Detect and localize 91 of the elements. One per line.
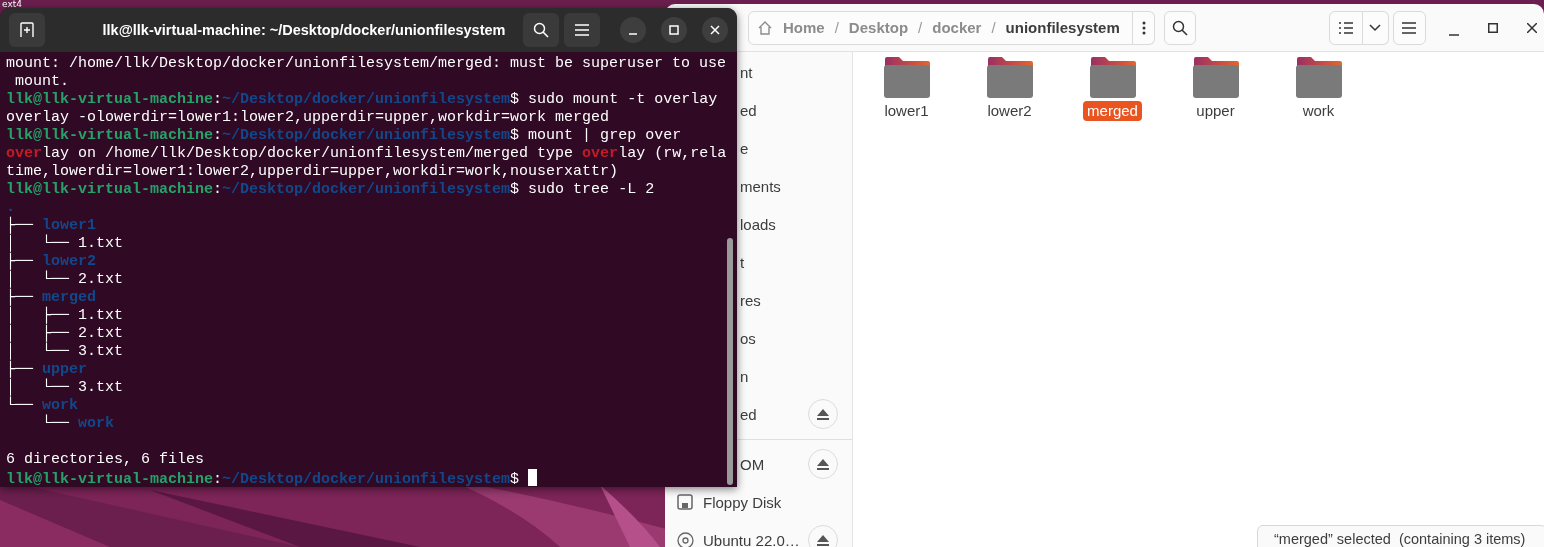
sidebar-item[interactable]: ed (740, 101, 757, 119)
terminal-line: overlay -olowerdir=lower1:lower2,upperdir=upper,workdir=work merged (6, 109, 610, 126)
terminal-line: ├── upper (6, 361, 88, 378)
folder-name: work (1301, 101, 1336, 121)
folder-name: merged (1083, 101, 1142, 121)
eject-icon (817, 534, 829, 546)
new-tab-icon (19, 22, 35, 38)
terminal-line: llk@llk-virtual-machine:~/Desktop/docker/unionfilesystem$ sudo mount -t overlay (6, 91, 718, 108)
list-view-button[interactable] (1328, 10, 1364, 45)
terminal-line: │ └── 2.txt (6, 271, 124, 288)
terminal-line: time,lowerdir=lower1:lower2,upperdir=upper,workdir=work,nouserxattr) (6, 163, 619, 180)
sidebar-item[interactable]: Ubuntu 22.0… (703, 531, 800, 547)
path-separator: / (991, 19, 996, 36)
status-bar: “merged” selected (containing 3 items) (1257, 525, 1544, 547)
menu-button[interactable] (1392, 10, 1427, 45)
eject-button[interactable] (808, 449, 838, 479)
search-button[interactable] (1164, 10, 1196, 45)
maximize-button[interactable] (661, 17, 687, 43)
minimize-button[interactable] (620, 17, 646, 43)
terminal-line: │ └── 1.txt (6, 235, 124, 252)
terminal-line: ├── lower1 (6, 217, 97, 234)
folder-item[interactable]: lower1 (855, 56, 958, 121)
sidebar-item[interactable]: OM (740, 455, 765, 473)
chevron-down-icon (1369, 23, 1382, 32)
menu-icon (1402, 21, 1417, 34)
folder-item[interactable]: lower2 (958, 56, 1061, 121)
folder-icon (985, 56, 1034, 98)
path-separator: / (918, 19, 923, 36)
terminal-line: llk@llk-virtual-machine:~/Desktop/docker/unionfilesystem$ (6, 471, 521, 487)
terminal-line: mount: /home/llk/Desktop/docker/unionfilesystem/merged: must be superuser to use (6, 55, 727, 72)
sidebar-item[interactable]: n (740, 367, 749, 385)
terminal-line: └── work (6, 397, 79, 414)
terminal-line: │ ├── 1.txt (6, 307, 124, 324)
close-icon (710, 25, 720, 35)
path-separator: / (834, 19, 839, 36)
view-options-button[interactable] (1363, 10, 1389, 45)
home-icon (757, 19, 773, 36)
list-icon (1337, 20, 1354, 35)
sidebar-item[interactable]: e (740, 139, 749, 157)
path-segment[interactable]: unionfilesystem (1005, 19, 1120, 36)
terminal-line: │ └── 3.txt (6, 343, 124, 360)
folder-icon (1088, 56, 1137, 98)
maximize-icon (1488, 22, 1498, 33)
terminal-line: 6 directories, 6 files (6, 451, 205, 468)
window-title: llk@llk-virtual-machine: ~/Desktop/docker/unionfilesystem (101, 22, 507, 38)
terminal-line: llk@llk-virtual-machine:~/Desktop/docker/unionfilesystem$ mount | grep over (6, 127, 682, 144)
terminal-line: ├── lower2 (6, 253, 97, 270)
cursor (528, 469, 538, 486)
maximize-icon (669, 25, 679, 35)
menu-button[interactable] (564, 13, 600, 47)
sidebar-item[interactable]: res (740, 291, 761, 309)
terminal-line: llk@llk-virtual-machine:~/Desktop/docker/unionfilesystem$ sudo tree -L 2 (6, 181, 655, 198)
terminal-line: └── work (41, 415, 115, 432)
more-icon (1141, 20, 1146, 35)
sidebar-item[interactable]: Floppy Disk (703, 493, 782, 511)
search-icon (533, 22, 549, 38)
terminal-line: . (6, 199, 15, 216)
terminal-line: │ └── 3.txt (6, 379, 124, 396)
eject-button[interactable] (808, 525, 838, 547)
sidebar-item[interactable]: loads (740, 215, 776, 233)
terminal-line: │ ├── 2.txt (6, 325, 124, 342)
search-icon (1172, 19, 1189, 36)
sidebar-item[interactable]: t (740, 253, 745, 271)
folder-item[interactable]: merged (1061, 56, 1164, 121)
minimize-icon (629, 33, 637, 35)
menu-icon (575, 24, 589, 36)
folder-item[interactable]: work (1267, 56, 1370, 121)
search-button[interactable] (523, 13, 559, 47)
eject-icon (817, 408, 829, 420)
folder-item[interactable]: upper (1164, 56, 1267, 121)
folder-icon (1191, 56, 1240, 98)
folder-name: lower1 (883, 101, 930, 121)
folder-name: upper (1195, 101, 1236, 121)
terminal-line: ├── merged (6, 289, 97, 306)
scrollbar[interactable] (727, 238, 733, 485)
new-tab-button[interactable] (9, 13, 45, 47)
sidebar-item[interactable]: ed (740, 405, 757, 423)
sidebar-item[interactable]: nt (740, 63, 753, 81)
minimize-icon (1449, 33, 1460, 36)
folder-icon (1294, 56, 1343, 98)
sidebar-item[interactable]: ments (740, 177, 781, 195)
eject-icon (817, 458, 829, 470)
terminal-line: mount. (14, 73, 69, 90)
desktop-label: ext4 (2, 0, 22, 9)
eject-button[interactable] (808, 399, 838, 429)
sidebar-item[interactable]: os (740, 329, 756, 347)
close-icon (1526, 22, 1537, 33)
close-button[interactable] (702, 17, 728, 43)
terminal-line: overlay on /home/llk/Desktop/docker/unionfilesystem/merged type overlay (rw,rela (6, 145, 727, 162)
folder-name: lower2 (986, 101, 1033, 121)
folder-icon (882, 56, 931, 98)
